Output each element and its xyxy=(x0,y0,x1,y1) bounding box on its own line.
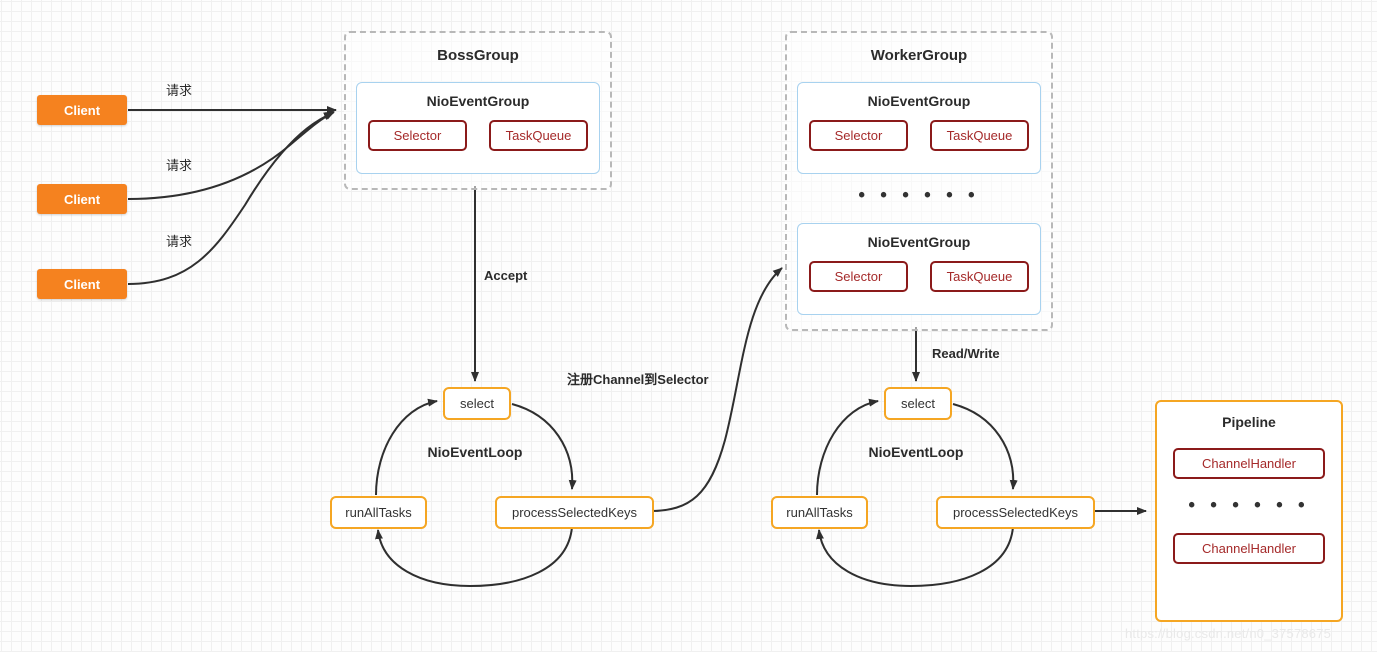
worker-selector-box-2[interactable]: Selector xyxy=(809,261,908,292)
edge-label-read-write: Read/Write xyxy=(932,346,1000,361)
boss-nio-children: Selector TaskQueue xyxy=(357,120,599,151)
worker-loop-runalltasks-node[interactable]: runAllTasks xyxy=(771,496,868,529)
boss-taskqueue-box[interactable]: TaskQueue xyxy=(489,120,588,151)
edge-label-accept: Accept xyxy=(484,268,528,283)
diagram-canvas: Client Client Client BossGroup NioEventG… xyxy=(0,0,1377,652)
client-label: Client xyxy=(63,102,101,118)
worker-loop-select-node[interactable]: select xyxy=(884,387,952,420)
worker-taskqueue-box-2[interactable]: TaskQueue xyxy=(930,261,1029,292)
edge-client3-to-bossgroup xyxy=(127,112,334,285)
client-label: Client xyxy=(63,276,101,292)
boss-loop-runalltasks-node[interactable]: runAllTasks xyxy=(330,496,427,529)
worker-nio-event-group-2: NioEventGroup Selector TaskQueue xyxy=(797,223,1041,315)
client-label: Client xyxy=(63,191,101,207)
pipeline-channelhandler-2[interactable]: ChannelHandler xyxy=(1173,533,1325,564)
worker-loop-processselectedkeys-node[interactable]: processSelectedKeys xyxy=(936,496,1095,529)
watermark-text: https://blog.csdn.net/n0_37578675 xyxy=(1125,626,1332,641)
client-box-3[interactable]: Client xyxy=(37,269,127,299)
boss-nio-event-group-title: NioEventGroup xyxy=(426,93,530,109)
boss-selector-box[interactable]: Selector xyxy=(368,120,467,151)
worker-nio-event-group-1: NioEventGroup Selector TaskQueue xyxy=(797,82,1041,174)
worker-group-separator-dots: • • • • • • xyxy=(858,185,980,206)
edge-label-request-2: 请求 xyxy=(166,158,193,173)
client-box-2[interactable]: Client xyxy=(37,184,127,214)
pipeline-separator-dots: • • • • • • xyxy=(1188,495,1310,516)
worker-loop-title: NioEventLoop xyxy=(868,444,964,460)
edge-label-request-3: 请求 xyxy=(166,234,193,249)
pipeline-title: Pipeline xyxy=(1222,414,1276,430)
boss-loop-processselectedkeys-node[interactable]: processSelectedKeys xyxy=(495,496,654,529)
boss-nio-event-group: NioEventGroup Selector TaskQueue xyxy=(356,82,600,174)
worker-nio-event-group-1-title: NioEventGroup xyxy=(867,93,971,109)
boss-loop-title: NioEventLoop xyxy=(427,444,523,460)
worker-nio-event-group-2-title: NioEventGroup xyxy=(867,234,971,250)
edge-boss-process-to-runalltasks xyxy=(375,526,573,588)
worker-group-title: WorkerGroup xyxy=(870,47,968,64)
edge-client2-to-bossgroup xyxy=(127,111,335,200)
edge-label-request-1: 请求 xyxy=(166,83,193,98)
edge-worker-process-to-runalltasks xyxy=(816,526,1014,588)
worker-selector-box-1[interactable]: Selector xyxy=(809,120,908,151)
boss-group-title: BossGroup xyxy=(437,47,519,64)
worker-nio-children-2: Selector TaskQueue xyxy=(798,261,1040,292)
boss-group-container: BossGroup NioEventGroup Selector TaskQue… xyxy=(344,31,612,190)
pipeline-container: Pipeline ChannelHandler • • • • • • Chan… xyxy=(1155,400,1343,622)
pipeline-channelhandler-1[interactable]: ChannelHandler xyxy=(1173,448,1325,479)
worker-group-container: WorkerGroup NioEventGroup Selector TaskQ… xyxy=(785,31,1053,331)
boss-loop-select-node[interactable]: select xyxy=(443,387,511,420)
worker-nio-children-1: Selector TaskQueue xyxy=(798,120,1040,151)
worker-taskqueue-box-1[interactable]: TaskQueue xyxy=(930,120,1029,151)
edge-register-channel-to-worker xyxy=(649,267,783,512)
edge-label-register-channel: 注册Channel到Selector xyxy=(567,372,709,387)
client-box-1[interactable]: Client xyxy=(37,95,127,125)
